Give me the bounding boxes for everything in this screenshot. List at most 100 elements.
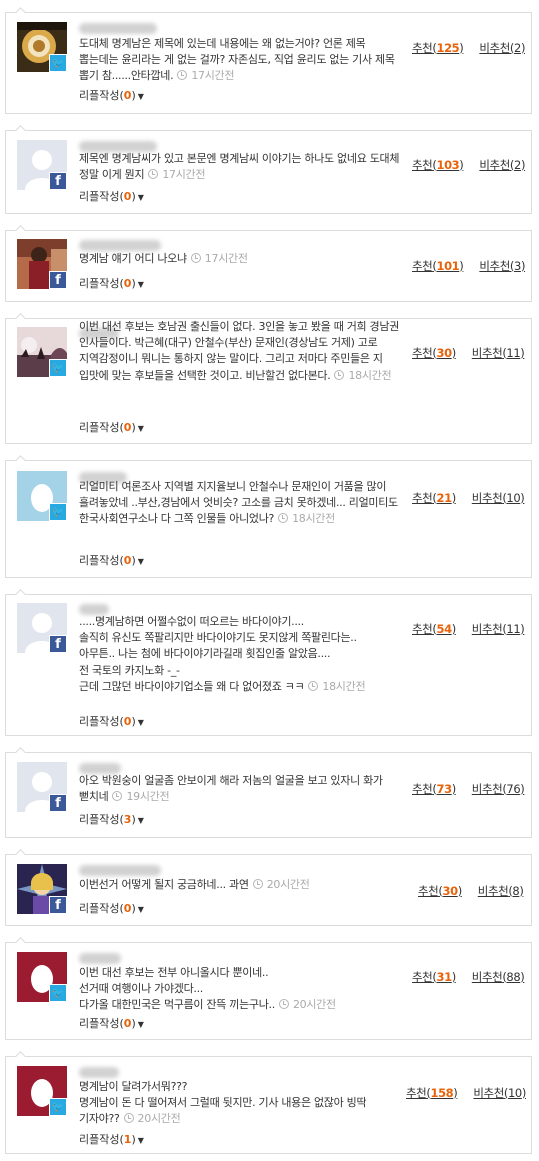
- reply-write-button[interactable]: 리플작성(0) ▼: [79, 1015, 144, 1031]
- recommend-button[interactable]: 추천(103): [412, 158, 464, 172]
- not-recommend-button[interactable]: 비추천(11): [472, 622, 525, 636]
- recommend-button[interactable]: 추천(73): [412, 782, 456, 796]
- chevron-down-icon: ▼: [137, 718, 144, 727]
- comment-item: 🐦 명계남이 달려가서뭐??? 명계남이 돈 다 떨어져서 그럴때 뒷지만. 기사…: [5, 1056, 532, 1154]
- recommend-button[interactable]: 추천(30): [412, 346, 456, 360]
- reply-write-button[interactable]: 리플작성(0) ▼: [79, 552, 144, 568]
- comment-body: 이번선거 어떻게 될지 궁금하네... 과연: [79, 878, 249, 891]
- comment-item: f 아오 박원숭이 얼굴좀 안보이게 해라 저놈의 얼굴을 보고 있자니 화가 …: [5, 752, 532, 838]
- reply-write-button[interactable]: 리플작성(0) ▼: [79, 87, 144, 103]
- timestamp-label: 20시간전: [137, 1112, 181, 1126]
- author-name-blurred[interactable]: [79, 240, 161, 251]
- not-recommend-button[interactable]: 비추천(2): [479, 158, 525, 172]
- not-recommend-button[interactable]: 비추천(10): [473, 1086, 526, 1100]
- avatar[interactable]: 🐦: [17, 952, 67, 1002]
- recommend-button[interactable]: 추천(30): [418, 884, 462, 898]
- timestamp-label: 18시간전: [322, 679, 366, 693]
- twitter-icon: 🐦: [49, 503, 67, 521]
- reply-label: 리플작성: [79, 1017, 120, 1030]
- avatar[interactable]: f: [17, 762, 67, 812]
- recommend-count: 103: [436, 158, 460, 172]
- comment-item: f 이번선거 어떻게 될지 궁금하네... 과연 20시간전 리플작성(0) ▼ 추…: [5, 854, 532, 926]
- comment-text: 도대체 명계남은 제목에 있는데 내용에는 왜 없는거야? 언론 제목 뽑는데는…: [79, 36, 401, 85]
- author-name-blurred[interactable]: [79, 953, 121, 964]
- timestamp: 17시간전: [190, 252, 248, 265]
- recommend-button[interactable]: 추천(54): [412, 622, 456, 636]
- not-recommend-label: 비추천: [479, 259, 510, 273]
- not-recommend-button[interactable]: 비추천(8): [478, 884, 524, 898]
- chevron-down-icon: ▼: [137, 1020, 144, 1029]
- recommend-button[interactable]: 추천(21): [412, 491, 456, 505]
- not-recommend-button[interactable]: 비추천(11): [472, 346, 525, 360]
- timestamp-label: 20시간전: [292, 998, 336, 1012]
- vote-buttons: 추천(101) 비추천(3): [412, 258, 525, 274]
- timestamp: 19시간전: [112, 790, 170, 803]
- comment-text: 이번 대선 후보는 전부 아니올시다 뿐이네.. 선거때 여행이나 가야겠다...…: [79, 965, 401, 1014]
- comment-line: 전 국토의 카지노화 -_-: [79, 663, 180, 677]
- vote-buttons: 추천(125) 비추천(2): [412, 40, 525, 56]
- comment-text: 이번 대선 후보는 호남권 출신들이 없다. 3인을 놓고 봤을 때 거희 경남…: [79, 319, 401, 384]
- not-recommend-count: 76: [506, 782, 521, 796]
- reply-count: 0: [123, 190, 132, 203]
- not-recommend-button[interactable]: 비추천(88): [472, 970, 525, 984]
- twitter-icon: 🐦: [49, 54, 67, 72]
- recommend-label: 추천: [412, 491, 433, 505]
- reply-write-button[interactable]: 리플작성(0) ▼: [79, 900, 144, 916]
- recommend-label: 추천: [412, 158, 433, 172]
- recommend-button[interactable]: 추천(125): [412, 41, 464, 55]
- timestamp: 17시간전: [148, 168, 205, 181]
- reply-label: 리플작성: [79, 190, 120, 203]
- vote-buttons: 추천(54) 비추천(11): [412, 621, 525, 637]
- timestamp: 18시간전: [334, 369, 392, 382]
- recommend-count: 30: [442, 884, 458, 898]
- comment-line: 명계남이 달려가서뭐???: [79, 1080, 188, 1093]
- not-recommend-button[interactable]: 비추천(76): [472, 782, 525, 796]
- facebook-icon: f: [49, 794, 67, 812]
- reply-write-button[interactable]: 리플작성(0) ▼: [79, 188, 144, 204]
- not-recommend-button[interactable]: 비추천(2): [479, 41, 525, 55]
- author-name-blurred[interactable]: [79, 23, 157, 34]
- avatar[interactable]: 🐦: [17, 327, 67, 377]
- reply-count: 0: [123, 89, 132, 102]
- recommend-count: 125: [436, 41, 460, 55]
- reply-write-button[interactable]: 리플작성(0) ▼: [79, 713, 144, 729]
- comment-body: 명계남 얘기 어디 나오냐: [79, 252, 187, 265]
- comment-body: 도대체 명계남은 제목에 있는데 내용에는 왜 없는거야? 언론 제목 뽑는데는…: [79, 37, 395, 83]
- avatar[interactable]: f: [17, 239, 67, 289]
- not-recommend-button[interactable]: 비추천(3): [479, 259, 525, 273]
- recommend-label: 추천: [412, 970, 433, 984]
- avatar[interactable]: 🐦: [17, 471, 67, 521]
- reply-label: 리플작성: [79, 902, 120, 915]
- reply-write-button[interactable]: 리플작성(0) ▼: [79, 275, 144, 291]
- not-recommend-label: 비추천: [479, 41, 510, 55]
- not-recommend-label: 비추천: [471, 622, 503, 636]
- not-recommend-count: 11: [506, 346, 521, 360]
- recommend-button[interactable]: 추천(31): [412, 970, 456, 984]
- comment-text: .....명계남하면 어쩔수없이 떠오르는 바다이야기.... 솔직히 유신도 쪽…: [79, 614, 401, 695]
- comment-text: 아오 박원숭이 얼굴좀 안보이게 해라 저놈의 얼굴을 보고 있자니 화가 뻗치…: [79, 773, 401, 805]
- timestamp-label: 18시간전: [292, 512, 335, 526]
- clock-icon: [123, 1113, 134, 1124]
- author-name-blurred[interactable]: [79, 1067, 119, 1078]
- reply-count: 0: [123, 715, 132, 728]
- card-notch: [15, 6, 27, 13]
- reply-write-button[interactable]: 리플작성(3) ▼: [79, 811, 144, 827]
- avatar[interactable]: f: [17, 864, 67, 914]
- avatar[interactable]: 🐦: [17, 1066, 67, 1116]
- avatar[interactable]: f: [17, 603, 67, 653]
- not-recommend-count: 88: [506, 970, 521, 984]
- card-notch: [15, 312, 27, 319]
- recommend-button[interactable]: 추천(101): [412, 259, 464, 273]
- avatar[interactable]: f: [17, 140, 67, 190]
- timestamp: 18시간전: [308, 679, 366, 693]
- not-recommend-button[interactable]: 비추천(10): [472, 491, 525, 505]
- reply-write-button[interactable]: 리플작성(0) ▼: [79, 419, 144, 435]
- card-notch: [15, 124, 27, 131]
- author-name-blurred[interactable]: [79, 865, 161, 876]
- reply-write-button[interactable]: 리플작성(1) ▼: [79, 1131, 144, 1147]
- reply-count: 0: [123, 421, 132, 434]
- recommend-button[interactable]: 추천(158): [406, 1086, 458, 1100]
- card-notch: [15, 454, 27, 461]
- avatar[interactable]: 🐦: [17, 22, 67, 72]
- chevron-down-icon: ▼: [137, 424, 144, 433]
